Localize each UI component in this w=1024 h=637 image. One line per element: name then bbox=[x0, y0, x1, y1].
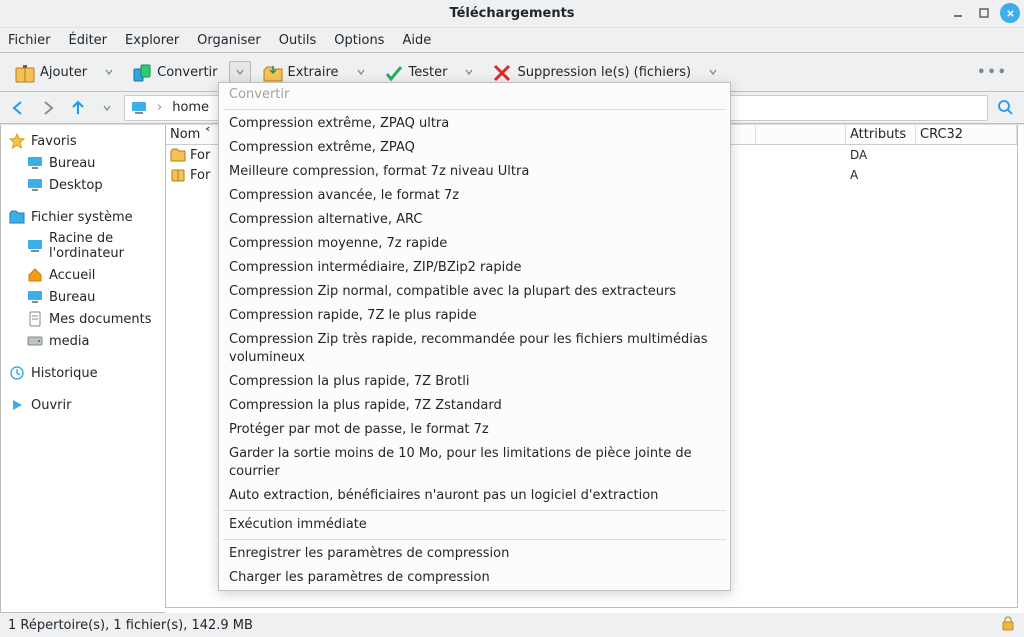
close-button[interactable] bbox=[1000, 3, 1020, 23]
menu-file[interactable]: Fichier bbox=[8, 33, 51, 48]
nav-history-dropdown[interactable] bbox=[96, 97, 118, 119]
convert-button[interactable]: Convertir bbox=[125, 58, 223, 86]
sidebar: Favoris Bureau Desktop Fichier système R… bbox=[0, 125, 165, 613]
play-icon bbox=[9, 397, 25, 413]
minimize-button[interactable] bbox=[948, 3, 968, 23]
extract-icon bbox=[262, 62, 282, 82]
sidebar-item-home[interactable]: Accueil bbox=[5, 265, 161, 285]
menu-item[interactable]: Auto extraction, bénéficiaires n'auront … bbox=[219, 484, 730, 508]
convert-dropdown[interactable] bbox=[229, 61, 251, 83]
convert-label: Convertir bbox=[157, 65, 217, 80]
menu-item[interactable]: Compression Zip très rapide, recommandée… bbox=[219, 328, 730, 370]
sidebar-item-root[interactable]: Racine de l'ordinateur bbox=[5, 229, 161, 263]
menu-item[interactable]: Compression Zip normal, compatible avec … bbox=[219, 280, 730, 304]
sidebar-history[interactable]: Historique bbox=[5, 363, 161, 383]
menu-item[interactable]: Compression extrême, ZPAQ ultra bbox=[219, 112, 730, 136]
menu-bar: Fichier Éditer Explorer Organiser Outils… bbox=[0, 28, 1024, 52]
check-icon bbox=[383, 62, 403, 82]
menu-item[interactable]: Compression avancée, le format 7z bbox=[219, 184, 730, 208]
menu-item[interactable]: Compression la plus rapide, 7Z Brotli bbox=[219, 370, 730, 394]
home-icon bbox=[27, 267, 43, 283]
sidebar-item-media[interactable]: media bbox=[5, 331, 161, 351]
sidebar-open[interactable]: Ouvrir bbox=[5, 395, 161, 415]
sidebar-favorites[interactable]: Favoris bbox=[5, 131, 161, 151]
computer-icon bbox=[131, 100, 147, 116]
star-icon bbox=[9, 133, 25, 149]
menu-item[interactable]: Compression intermédiaire, ZIP/BZip2 rap… bbox=[219, 256, 730, 280]
menu-organize[interactable]: Organiser bbox=[197, 33, 261, 48]
menu-item[interactable]: Compression la plus rapide, 7Z Zstandard bbox=[219, 394, 730, 418]
toolbar-overflow[interactable]: ••• bbox=[969, 65, 1016, 80]
sidebar-item-docs[interactable]: Mes documents bbox=[5, 309, 161, 329]
archive-icon bbox=[170, 167, 186, 183]
add-archive-icon bbox=[14, 62, 34, 82]
search-button[interactable] bbox=[994, 96, 1018, 120]
crumb-home[interactable]: home› bbox=[172, 100, 224, 115]
menu-separator bbox=[223, 109, 726, 110]
menu-item: Convertir bbox=[219, 83, 730, 107]
documents-icon bbox=[27, 311, 43, 327]
menu-item[interactable]: Meilleure compression, format 7z niveau … bbox=[219, 160, 730, 184]
add-label: Ajouter bbox=[40, 65, 87, 80]
desktop-icon bbox=[27, 155, 43, 171]
delete-dropdown[interactable] bbox=[702, 61, 724, 83]
menu-item[interactable]: Charger les paramètres de compression bbox=[219, 566, 730, 590]
menu-separator bbox=[223, 510, 726, 511]
menu-help[interactable]: Aide bbox=[402, 33, 431, 48]
add-button[interactable]: Ajouter bbox=[8, 58, 93, 86]
folder-system-icon bbox=[9, 209, 25, 225]
window-title: Téléchargements bbox=[449, 6, 574, 21]
menu-item[interactable]: Enregistrer les paramètres de compressio… bbox=[219, 542, 730, 566]
sidebar-item-desktop[interactable]: Desktop bbox=[5, 175, 161, 195]
drive-icon bbox=[27, 333, 43, 349]
menu-item[interactable]: Compression alternative, ARC bbox=[219, 208, 730, 232]
add-dropdown[interactable] bbox=[98, 61, 120, 83]
menu-tools[interactable]: Outils bbox=[279, 33, 317, 48]
history-icon bbox=[9, 365, 25, 381]
sidebar-item-bureau[interactable]: Bureau bbox=[5, 153, 161, 173]
menu-edit[interactable]: Éditer bbox=[69, 33, 108, 48]
menu-separator bbox=[223, 539, 726, 540]
delete-x-icon bbox=[491, 62, 511, 82]
delete-label: Suppression le(s) (fichiers) bbox=[517, 65, 691, 80]
col-attrs[interactable]: Attributs bbox=[846, 125, 916, 144]
desktop-icon bbox=[27, 177, 43, 193]
test-label: Tester bbox=[409, 65, 448, 80]
col-crc[interactable]: CRC32 bbox=[916, 125, 1017, 144]
menu-options[interactable]: Options bbox=[334, 33, 384, 48]
status-text: 1 Répertoire(s), 1 fichier(s), 142.9 MB bbox=[8, 618, 253, 633]
menu-item[interactable]: Compression extrême, ZPAQ bbox=[219, 136, 730, 160]
menu-item[interactable]: Compression rapide, 7Z le plus rapide bbox=[219, 304, 730, 328]
menu-item[interactable]: Compression moyenne, 7z rapide bbox=[219, 232, 730, 256]
computer-icon bbox=[27, 238, 43, 254]
convert-icon bbox=[131, 62, 151, 82]
nav-forward-button[interactable] bbox=[36, 96, 60, 120]
sidebar-item-desktop2[interactable]: Bureau bbox=[5, 287, 161, 307]
title-bar: Téléchargements bbox=[0, 0, 1024, 28]
extract-dropdown[interactable] bbox=[350, 61, 372, 83]
extract-label: Extraire bbox=[288, 65, 339, 80]
menu-explore[interactable]: Explorer bbox=[125, 33, 179, 48]
nav-up-button[interactable] bbox=[66, 96, 90, 120]
desktop-icon bbox=[27, 289, 43, 305]
maximize-button[interactable] bbox=[974, 3, 994, 23]
folder-icon bbox=[170, 147, 186, 163]
menu-item[interactable]: Exécution immédiate bbox=[219, 513, 730, 537]
menu-item[interactable]: Protéger par mot de passe, le format 7z bbox=[219, 418, 730, 442]
sidebar-filesystem[interactable]: Fichier système bbox=[5, 207, 161, 227]
menu-item[interactable]: Garder la sortie moins de 10 Mo, pour le… bbox=[219, 442, 730, 484]
status-bar: 1 Répertoire(s), 1 fichier(s), 142.9 MB bbox=[0, 613, 1024, 637]
col-ext[interactable] bbox=[756, 125, 846, 144]
convert-dropdown-menu: Convertir Compression extrême, ZPAQ ultra… bbox=[218, 82, 731, 591]
chevron-right-icon: › bbox=[157, 100, 162, 115]
nav-back-button[interactable] bbox=[6, 96, 30, 120]
test-dropdown[interactable] bbox=[458, 61, 480, 83]
lock-icon bbox=[1000, 615, 1016, 635]
